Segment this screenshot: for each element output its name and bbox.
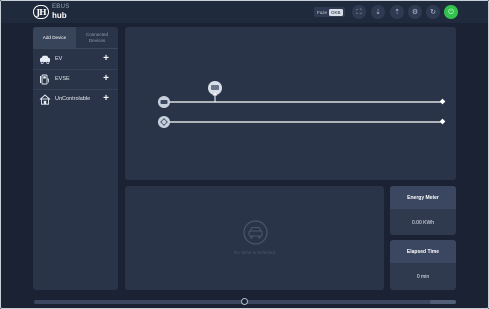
sort-up-icon: ⇡	[394, 8, 400, 16]
device-label-evse: EVSE	[55, 76, 70, 82]
energy-meter-value: 0.00 KWh	[412, 220, 434, 226]
elapsed-time-card: Elapsed Time 0 min	[390, 240, 456, 290]
gear-icon: ⚙	[411, 8, 419, 16]
sun-node[interactable]	[158, 116, 170, 128]
device-label-uncontrolable: UnControlable	[55, 96, 91, 102]
sort-down-icon: ⇣	[375, 8, 381, 16]
fullscreen-icon: ⛶	[356, 8, 362, 16]
simulation-status-panel: No Sims is Selected	[125, 186, 384, 290]
house-icon	[39, 94, 51, 105]
refresh-icon: ↻	[430, 8, 436, 16]
meter-node[interactable]	[208, 81, 222, 96]
top-header: JH EBUS hub Fuze OKB ⛶ ⇣ ⇡ ⚙ ↻ ⏻	[1, 1, 488, 23]
device-panel: Add Device Connected Devices EV + EVSE +	[33, 27, 118, 290]
logo-badge: JH	[33, 5, 49, 19]
car-icon	[40, 55, 50, 65]
energy-meter-card: Energy Meter 0.00 KWh	[390, 186, 456, 235]
device-label-ev: EV	[55, 56, 63, 62]
tab-add-device[interactable]: Add Device	[33, 27, 76, 48]
tab-connected-devices[interactable]: Connected Devices	[76, 27, 118, 48]
add-evse-button[interactable]: +	[101, 74, 111, 84]
status-message: No Sims is Selected	[233, 250, 276, 255]
refresh-button[interactable]: ↻	[426, 5, 440, 19]
topology-svg	[158, 81, 446, 128]
energy-meter-title: Energy Meter	[390, 186, 456, 209]
app-logo[interactable]: JH EBUS hub	[33, 4, 93, 21]
tab-divider	[33, 48, 118, 49]
hub-node[interactable]	[158, 96, 170, 108]
device-item-uncontrolable[interactable]: UnControlable +	[33, 90, 118, 109]
fuze-toggle-label: Fuze	[317, 9, 328, 15]
fuze-toggle-value: OKB	[329, 8, 343, 16]
power-icon: ⏻	[448, 8, 454, 16]
sort-down-button[interactable]: ⇣	[371, 5, 385, 19]
line-end-handle[interactable]	[439, 98, 446, 105]
logo-line2: hub	[52, 11, 67, 20]
sun-icon	[158, 116, 170, 128]
settings-button[interactable]: ⚙	[408, 5, 422, 19]
topology-canvas[interactable]	[125, 27, 456, 180]
fuze-toggle[interactable]: Fuze OKB	[314, 7, 345, 17]
charger-icon	[40, 74, 49, 85]
fullscreen-button[interactable]: ⛶	[352, 5, 366, 19]
timeline-end-segment	[430, 300, 456, 304]
add-uncontrolable-button[interactable]: +	[101, 94, 111, 104]
add-ev-button[interactable]: +	[101, 54, 111, 64]
timeline-thumb[interactable]	[241, 298, 248, 305]
elapsed-time-value: 0 min	[416, 274, 430, 280]
tab-connected-devices-label: Connected Devices	[85, 31, 109, 43]
elapsed-time-title: Elapsed Time	[390, 240, 456, 263]
device-item-ev[interactable]: EV +	[33, 50, 118, 69]
sort-up-button[interactable]: ⇡	[390, 5, 404, 19]
device-tabs: Add Device Connected Devices	[33, 27, 118, 48]
logo-line1: EBUS	[52, 4, 70, 10]
car-placeholder-icon	[243, 220, 268, 245]
line-end-handle[interactable]	[439, 118, 446, 125]
power-button[interactable]: ⏻	[444, 5, 458, 19]
device-item-evse[interactable]: EVSE +	[33, 70, 118, 89]
